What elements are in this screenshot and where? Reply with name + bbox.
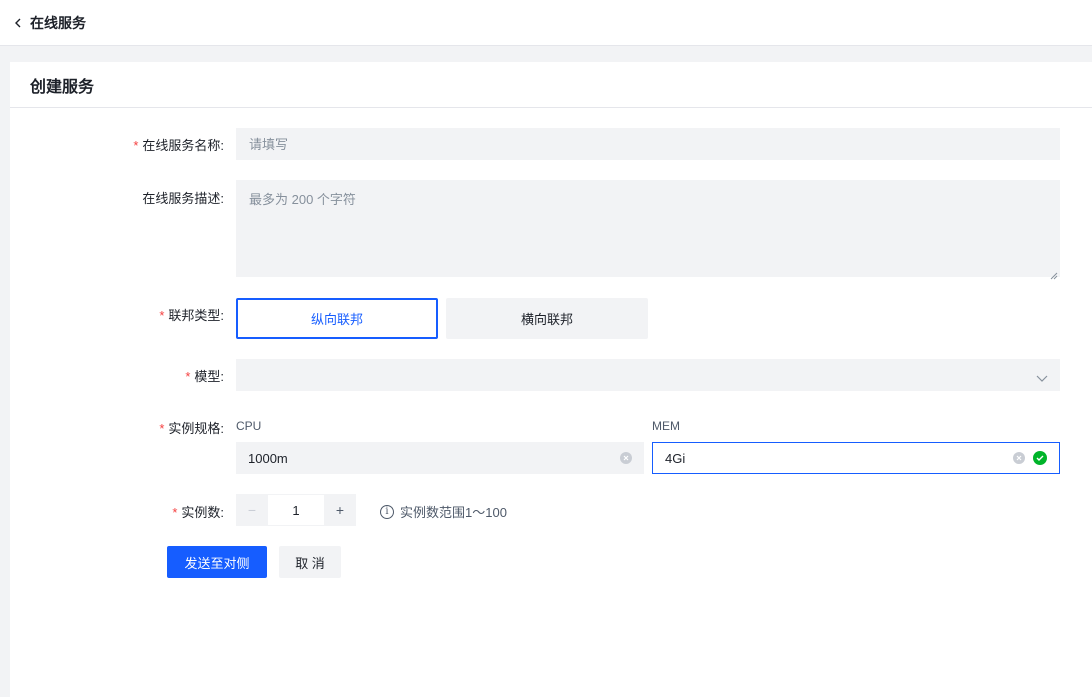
- instance-count-hint: i 实例数范围1～100: [380, 502, 507, 521]
- model-label: * 模型:: [185, 369, 224, 384]
- cpu-input[interactable]: 1000m: [236, 442, 644, 474]
- service-description-label: 在线服务描述:: [142, 191, 224, 206]
- cpu-value: 1000m: [248, 450, 288, 466]
- resize-handle-icon[interactable]: [1050, 267, 1058, 280]
- page-title: 创建服务: [30, 78, 95, 96]
- instance-count-stepper[interactable]: − 1 +: [236, 494, 356, 526]
- mem-input[interactable]: 4Gi: [652, 442, 1060, 474]
- federation-type-label: * 联邦类型:: [159, 308, 224, 323]
- cancel-button[interactable]: 取 消: [279, 546, 341, 578]
- instance-count-value[interactable]: 1: [268, 494, 324, 526]
- required-mark: *: [159, 308, 165, 323]
- chevron-left-icon[interactable]: [14, 16, 24, 30]
- minus-icon: −: [247, 502, 257, 518]
- required-mark: *: [185, 369, 191, 384]
- send-to-peer-button[interactable]: 发送至对侧: [167, 546, 267, 578]
- top-bar: 在线服务: [0, 0, 1092, 46]
- clear-icon[interactable]: [1013, 452, 1025, 464]
- model-select[interactable]: [236, 359, 1060, 391]
- option-horizontal-federation[interactable]: 横向联邦: [446, 298, 648, 339]
- instance-count-label: * 实例数:: [172, 505, 224, 520]
- info-icon: i: [380, 504, 394, 519]
- required-mark: *: [172, 505, 178, 520]
- clear-icon[interactable]: [620, 452, 632, 464]
- service-name-input[interactable]: [236, 128, 1060, 160]
- mem-value: 4Gi: [665, 450, 686, 466]
- service-name-label: * 在线服务名称:: [133, 138, 224, 153]
- cpu-label: CPU: [236, 419, 262, 433]
- decrement-button[interactable]: −: [236, 494, 268, 526]
- required-mark: *: [159, 421, 165, 436]
- back-link[interactable]: 在线服务: [30, 13, 86, 33]
- chevron-down-icon: [1036, 370, 1048, 382]
- increment-button[interactable]: +: [324, 494, 356, 526]
- plus-icon: +: [335, 502, 345, 518]
- card-header: 创建服务: [10, 62, 1092, 108]
- service-description-textarea[interactable]: [236, 180, 1060, 277]
- create-service-card: 创建服务 *在线服务名称: 在线服务描述: *联邦类型: 纵向联邦 横向联邦 *…: [10, 62, 1092, 697]
- check-success-icon: [1033, 451, 1047, 465]
- instance-spec-label: * 实例规格:: [159, 421, 224, 436]
- mem-label: MEM: [652, 419, 680, 433]
- option-vertical-federation[interactable]: 纵向联邦: [236, 298, 438, 339]
- required-mark: *: [133, 138, 139, 153]
